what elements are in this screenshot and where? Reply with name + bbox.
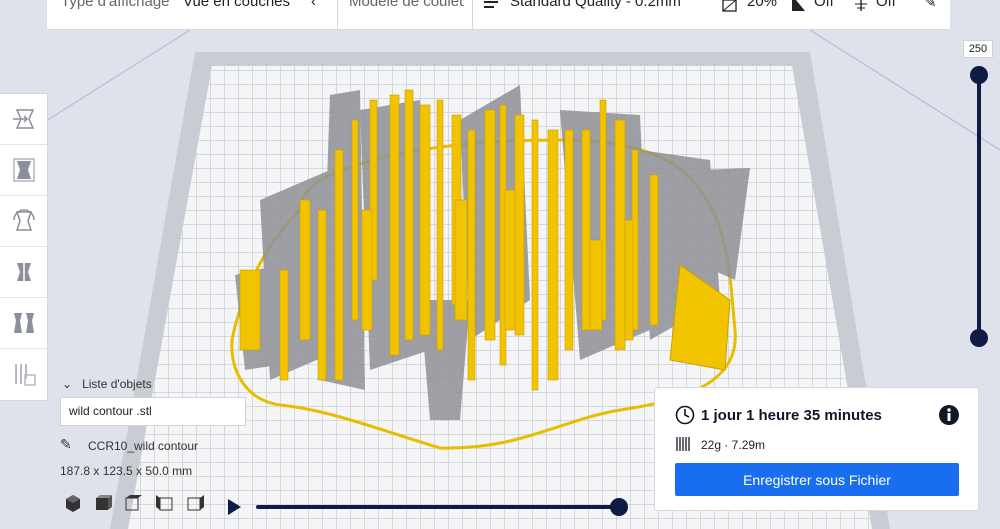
profile-name: Standard Quality - 0.2mm: [510, 0, 681, 10]
model-fin: [419, 104, 431, 336]
object-list-title: Liste d'objets: [82, 377, 152, 391]
infill-value: 20%: [747, 0, 778, 10]
support-icon: [792, 0, 805, 11]
mirror-icon: [16, 260, 31, 284]
model-fin: [299, 199, 311, 341]
rotate-tool[interactable]: [0, 196, 47, 247]
model-fin: [361, 209, 373, 331]
layer-slider-top-handle: [970, 66, 988, 84]
adhesion-icon: [855, 0, 867, 11]
play-icon[interactable]: [228, 499, 241, 515]
model-fin: [624, 219, 634, 341]
scale-icon: [13, 158, 34, 182]
chevron-left-icon[interactable]: ‹: [311, 0, 316, 10]
mirror-tool[interactable]: [0, 247, 47, 298]
top-view-icon[interactable]: [125, 495, 142, 511]
move-icon: [12, 109, 34, 129]
model-fin: [404, 89, 414, 341]
model-fin: [504, 189, 516, 331]
model-fin: [279, 269, 289, 381]
left-view-icon[interactable]: [156, 495, 173, 511]
model-fin: [317, 209, 327, 381]
adhesion-value: Off: [876, 0, 896, 10]
material-usage: 22g · 7.29m: [701, 438, 766, 452]
color-scheme-selector[interactable]: Modèle de couleur: [349, 0, 464, 29]
model-fin: [484, 109, 496, 341]
layer-slider[interactable]: [966, 64, 992, 350]
print-time: 1 jour 1 heure 35 minutes: [701, 407, 882, 424]
slider-track: [256, 505, 616, 509]
slider-handle: [610, 498, 628, 516]
model-fin: [514, 114, 525, 336]
support-value: Off: [814, 0, 834, 10]
object-dimensions: 187.8 x 123.5 x 50.0 mm: [60, 464, 193, 478]
print-info-panel: 1 jour 1 heure 35 minutes 22g · 7.29m En…: [654, 387, 979, 511]
model-fin: [649, 174, 659, 326]
model-fin: [389, 94, 400, 356]
layer-number[interactable]: 250: [963, 40, 993, 58]
color-scheme-label: Modèle de couleur: [349, 0, 464, 10]
info-icon[interactable]: [938, 404, 960, 426]
model-fin: [547, 129, 559, 381]
rotate-icon: [12, 209, 35, 231]
3d-view-icon[interactable]: [66, 495, 80, 512]
move-tool[interactable]: [0, 94, 47, 145]
support-blocker-icon: [14, 364, 36, 386]
right-view-icon[interactable]: [187, 495, 204, 511]
model-fin: [454, 199, 468, 321]
top-settings-bar: Type d'affichage Vue en couches ‹ Modèle…: [47, 0, 950, 30]
pencil-icon[interactable]: ✎: [60, 436, 72, 453]
profile-icon: [484, 1, 498, 8]
object-list-toggle[interactable]: ⌄ Liste d'objets: [62, 377, 152, 391]
chevron-down-icon: ⌄: [62, 377, 73, 391]
view-type-label: Type d'affichage: [61, 0, 170, 10]
model-fin: [436, 99, 444, 351]
per-model-settings-icon: [13, 313, 34, 333]
edit-icon[interactable]: ✎: [924, 0, 937, 11]
model-fin: [334, 149, 344, 381]
model-fin: [239, 269, 261, 351]
clock-icon: [675, 405, 695, 425]
view-type-value: Vue en couches: [183, 0, 291, 10]
model-fin: [581, 129, 591, 331]
layer-slider-track: [977, 74, 981, 338]
save-to-file-button[interactable]: Enregistrer sous Fichier: [675, 463, 959, 496]
model-fin: [564, 129, 574, 351]
model-fin: [531, 119, 539, 391]
scale-tool[interactable]: [0, 145, 47, 196]
per-model-settings-tool[interactable]: [0, 298, 47, 349]
layer-slider-bottom-handle: [970, 329, 988, 347]
front-view-icon[interactable]: [96, 495, 112, 510]
support-blocker-tool[interactable]: [0, 349, 47, 399]
layer-progress-slider[interactable]: [224, 496, 634, 518]
model-fin: [589, 239, 603, 331]
view-type-selector[interactable]: Type d'affichage Vue en couches ‹: [61, 0, 341, 29]
print-settings-summary[interactable]: Standard Quality - 0.2mm 20% Off Off ✎: [484, 0, 944, 29]
infill-icon: [722, 0, 737, 12]
object-name[interactable]: CCR10_wild contour: [88, 439, 198, 453]
object-list-item[interactable]: wild contour .stl: [60, 397, 246, 426]
left-toolbar: [0, 93, 48, 401]
filament-icon: [676, 437, 690, 451]
model-fin: [351, 119, 359, 321]
view-buttons: [66, 495, 204, 512]
model-fin: [467, 129, 476, 381]
model-fin: [614, 119, 626, 351]
